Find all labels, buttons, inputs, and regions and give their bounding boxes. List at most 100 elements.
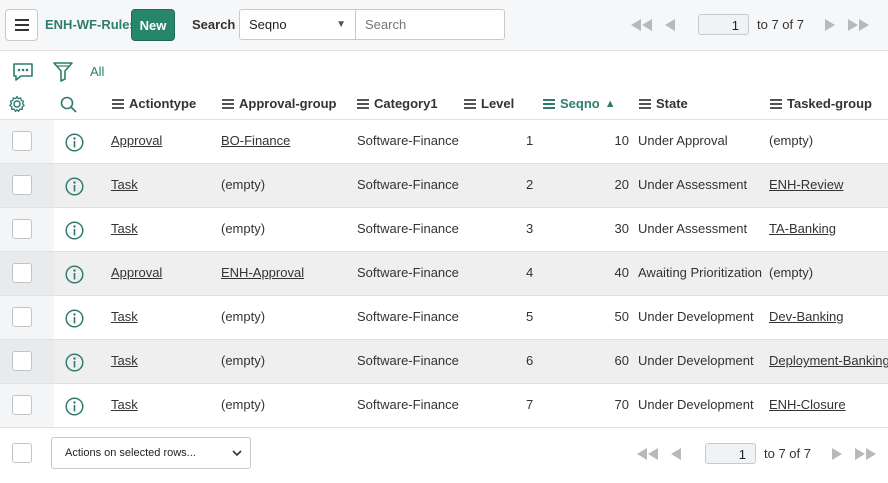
info-icon[interactable] bbox=[65, 133, 84, 155]
cell-tasked-group: (empty) bbox=[769, 265, 814, 280]
table-row: Task (empty) Software-Finance 6 60 Under… bbox=[0, 340, 888, 384]
new-button[interactable]: New bbox=[131, 9, 175, 41]
next-page-icon[interactable] bbox=[816, 15, 844, 35]
info-icon[interactable] bbox=[65, 309, 84, 331]
table-row: Task (empty) Software-Finance 2 20 Under… bbox=[0, 164, 888, 208]
first-page-icon[interactable] bbox=[628, 15, 656, 35]
cell-actiontype[interactable]: Approval bbox=[111, 265, 162, 280]
hamburger-menu-button[interactable] bbox=[5, 9, 38, 41]
row-checkbox[interactable] bbox=[12, 263, 32, 283]
column-menu-icon[interactable] bbox=[112, 98, 124, 109]
cell-level: 6 bbox=[526, 353, 534, 368]
cell-approval-group: (empty) bbox=[221, 309, 266, 324]
table-row: Task (empty) Software-Finance 7 70 Under… bbox=[0, 384, 888, 428]
list-toolbar bbox=[0, 51, 888, 91]
cell-approval-group[interactable]: BO-Finance bbox=[221, 133, 290, 148]
cell-state: Awaiting Prioritization bbox=[638, 265, 763, 280]
search-field-select[interactable]: Seqno ▼ bbox=[239, 9, 356, 40]
cell-approval-group: (empty) bbox=[221, 353, 266, 368]
cell-tasked-group[interactable]: ENH-Review bbox=[769, 177, 843, 192]
cell-tasked-group[interactable]: TA-Banking bbox=[769, 221, 836, 236]
breadcrumb-all[interactable]: All bbox=[90, 64, 104, 79]
table-row: Approval ENH-Approval Software-Finance 4… bbox=[0, 252, 888, 296]
row-checkbox[interactable] bbox=[12, 307, 32, 327]
cell-tasked-group[interactable]: Deployment-Banking bbox=[769, 353, 888, 368]
search-label: Search bbox=[192, 17, 236, 32]
search-field-value: Seqno bbox=[249, 17, 287, 32]
column-header-state[interactable]: State bbox=[639, 96, 688, 111]
cell-approval-group: (empty) bbox=[221, 177, 266, 192]
info-icon[interactable] bbox=[65, 397, 84, 419]
cell-tasked-group[interactable]: Dev-Banking bbox=[769, 309, 843, 324]
row-checkbox[interactable] bbox=[12, 219, 32, 239]
column-header-category1[interactable]: Category1 bbox=[357, 96, 438, 111]
cell-category1: Software-Finance bbox=[357, 309, 459, 324]
search-input[interactable] bbox=[355, 9, 505, 40]
last-page-icon[interactable] bbox=[844, 15, 872, 35]
previous-page-icon[interactable] bbox=[662, 444, 690, 464]
column-menu-icon[interactable] bbox=[543, 98, 555, 109]
list-header: ENH-WF-Rules New Search Seqno ▼ to 7 of … bbox=[0, 0, 888, 51]
table-row: Approval BO-Finance Software-Finance 1 1… bbox=[0, 120, 888, 164]
row-checkbox[interactable] bbox=[12, 175, 32, 195]
cell-state: Under Development bbox=[638, 353, 754, 368]
column-header-actiontype[interactable]: Actiontype bbox=[112, 96, 196, 111]
column-header-approval-group[interactable]: Approval-group bbox=[222, 96, 337, 111]
cell-approval-group: (empty) bbox=[221, 221, 266, 236]
cell-seqno: 10 bbox=[614, 133, 629, 148]
page-number-input[interactable] bbox=[705, 443, 756, 464]
column-header-seqno[interactable]: Seqno ▲ bbox=[543, 96, 616, 111]
row-checkbox[interactable] bbox=[12, 131, 32, 151]
last-page-icon[interactable] bbox=[851, 444, 879, 464]
actions-select[interactable]: Actions on selected rows... bbox=[51, 437, 251, 469]
info-icon[interactable] bbox=[65, 177, 84, 199]
cell-state: Under Approval bbox=[638, 133, 728, 148]
page-number-input[interactable] bbox=[698, 14, 749, 35]
filter-icon[interactable] bbox=[53, 61, 73, 83]
cell-actiontype[interactable]: Task bbox=[111, 221, 138, 236]
cell-tasked-group[interactable]: ENH-Closure bbox=[769, 397, 846, 412]
gear-icon[interactable] bbox=[8, 95, 26, 113]
cell-seqno: 70 bbox=[614, 397, 629, 412]
column-header-tasked-group[interactable]: Tasked-group bbox=[770, 96, 872, 111]
cell-seqno: 20 bbox=[614, 177, 629, 192]
cell-actiontype[interactable]: Task bbox=[111, 309, 138, 324]
next-page-icon[interactable] bbox=[823, 444, 851, 464]
page-range-label: to 7 of 7 bbox=[757, 17, 804, 32]
row-checkbox[interactable] bbox=[12, 351, 32, 371]
cell-actiontype[interactable]: Task bbox=[111, 397, 138, 412]
search-icon[interactable] bbox=[60, 96, 77, 113]
column-menu-icon[interactable] bbox=[639, 98, 651, 109]
cell-state: Under Assessment bbox=[638, 221, 748, 236]
actions-select-label: Actions on selected rows... bbox=[65, 447, 196, 459]
info-icon[interactable] bbox=[65, 221, 84, 243]
cell-seqno: 30 bbox=[614, 221, 629, 236]
cell-tasked-group: (empty) bbox=[769, 133, 814, 148]
bottom-pager: to 7 of 7 bbox=[634, 443, 879, 464]
cell-category1: Software-Finance bbox=[357, 397, 459, 412]
sort-ascending-icon: ▲ bbox=[604, 97, 616, 110]
first-page-icon[interactable] bbox=[634, 444, 662, 464]
page-range-label: to 7 of 7 bbox=[764, 446, 811, 461]
column-menu-icon[interactable] bbox=[770, 98, 782, 109]
previous-page-icon[interactable] bbox=[656, 15, 684, 35]
column-menu-icon[interactable] bbox=[357, 98, 369, 109]
cell-actiontype[interactable]: Task bbox=[111, 353, 138, 368]
top-pager: to 7 of 7 bbox=[628, 14, 872, 35]
select-all-checkbox[interactable] bbox=[12, 443, 32, 463]
cell-state: Under Development bbox=[638, 397, 754, 412]
cell-level: 5 bbox=[526, 309, 534, 324]
cell-category1: Software-Finance bbox=[357, 353, 459, 368]
column-menu-icon[interactable] bbox=[222, 98, 234, 109]
cell-actiontype[interactable]: Approval bbox=[111, 133, 162, 148]
column-menu-icon[interactable] bbox=[464, 98, 476, 109]
cell-actiontype[interactable]: Task bbox=[111, 177, 138, 192]
cell-level: 4 bbox=[526, 265, 534, 280]
row-checkbox[interactable] bbox=[12, 395, 32, 415]
activity-stream-icon[interactable] bbox=[12, 62, 34, 82]
info-icon[interactable] bbox=[65, 265, 84, 287]
column-header-level[interactable]: Level bbox=[464, 96, 514, 111]
list-title[interactable]: ENH-WF-Rules bbox=[45, 17, 137, 32]
info-icon[interactable] bbox=[65, 353, 84, 375]
cell-approval-group[interactable]: ENH-Approval bbox=[221, 265, 304, 280]
